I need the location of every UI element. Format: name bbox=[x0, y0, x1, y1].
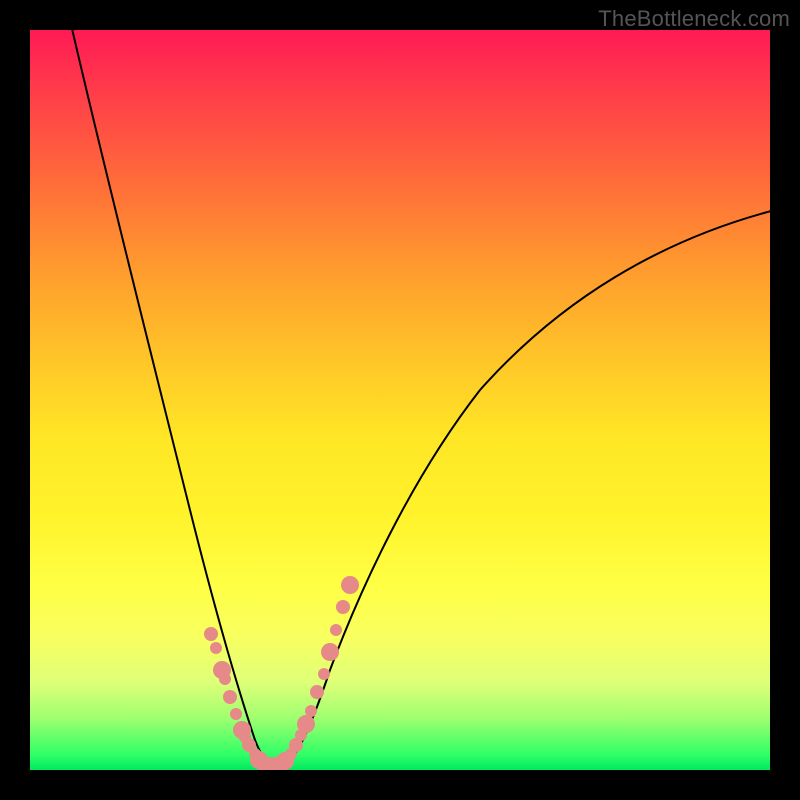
data-point bbox=[204, 627, 218, 641]
chart-frame: TheBottleneck.com bbox=[0, 0, 800, 800]
data-point bbox=[230, 708, 242, 720]
marker-group-right bbox=[276, 576, 359, 770]
data-point bbox=[321, 643, 339, 661]
data-point bbox=[305, 705, 317, 717]
watermark-text: TheBottleneck.com bbox=[598, 6, 790, 32]
curve-left-branch bbox=[70, 30, 274, 766]
data-point bbox=[341, 576, 359, 594]
chart-plot-area bbox=[30, 30, 770, 770]
data-point bbox=[336, 600, 350, 614]
curve-right-branch bbox=[282, 210, 770, 766]
chart-svg bbox=[30, 30, 770, 770]
data-point bbox=[318, 668, 330, 680]
data-point bbox=[210, 642, 222, 654]
data-point bbox=[223, 690, 237, 704]
data-point bbox=[219, 673, 231, 685]
data-point bbox=[330, 624, 342, 636]
data-point bbox=[297, 715, 315, 733]
data-point bbox=[310, 685, 324, 699]
